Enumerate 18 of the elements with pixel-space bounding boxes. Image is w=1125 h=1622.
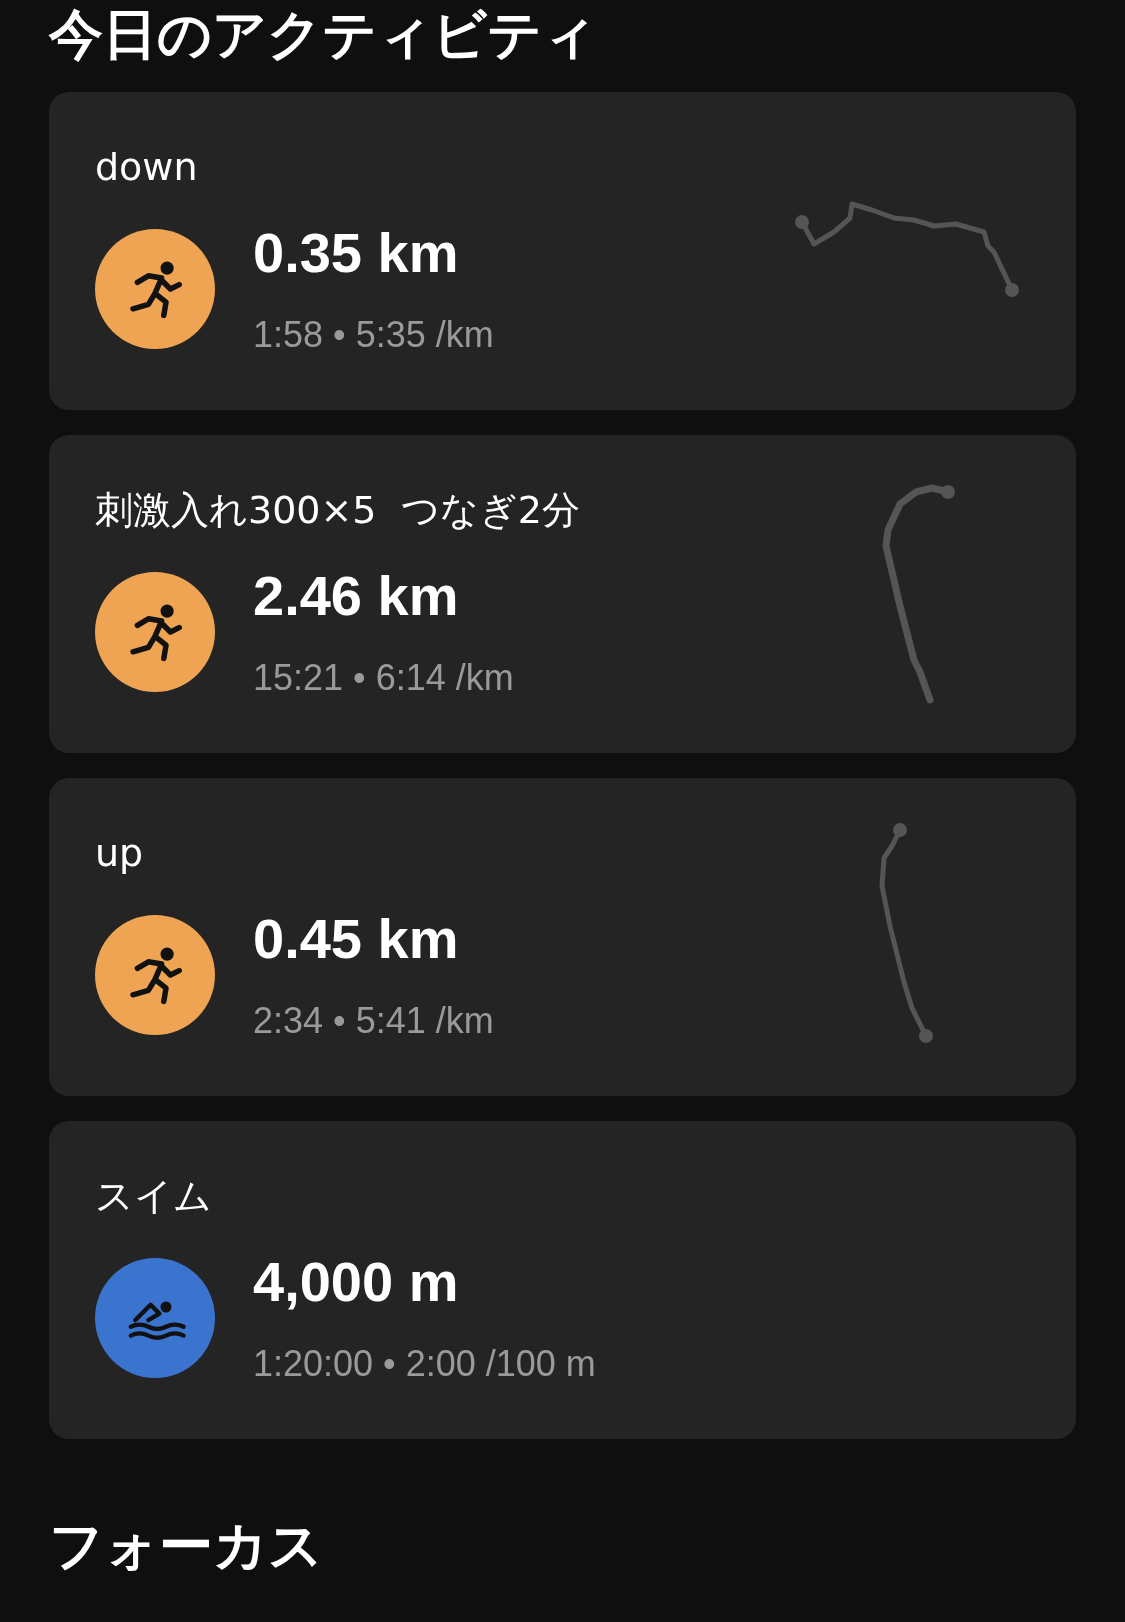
section-heading: 今日のアクティビティ [49, 2, 598, 68]
activity-title: スイム [95, 1173, 212, 1219]
activity-title: 刺激入れ300×5 つなぎ2分 [95, 487, 580, 533]
activity-card[interactable]: down 0.35 km 1:58 • 5:35 /km [49, 92, 1076, 410]
section-heading: フォーカス [49, 1513, 324, 1579]
pace-stats: 1:20:00 • 2:00 /100 m [253, 1343, 596, 1385]
activity-card[interactable]: 刺激入れ300×5 つなぎ2分 2.46 km 15:21 • 6:14 /km [49, 435, 1076, 753]
pace-stats: 15:21 • 6:14 /km [253, 657, 514, 699]
activity-card[interactable]: up 0.45 km 2:34 • 5:41 /km [49, 778, 1076, 1096]
pace-stats: 2:34 • 5:41 /km [253, 1000, 494, 1042]
distance-value: 0.35 km [253, 222, 460, 284]
distance-value: 4,000 m [253, 1251, 460, 1313]
pace-stats: 1:58 • 5:35 /km [253, 314, 494, 356]
activity-title: up [95, 830, 144, 876]
distance-value: 0.45 km [253, 908, 460, 970]
activity-title: down [95, 144, 198, 190]
distance-value: 2.46 km [253, 565, 460, 627]
activity-card[interactable]: スイム 4,000 m 1:20:00 • 2:00 /100 m [49, 1121, 1076, 1439]
